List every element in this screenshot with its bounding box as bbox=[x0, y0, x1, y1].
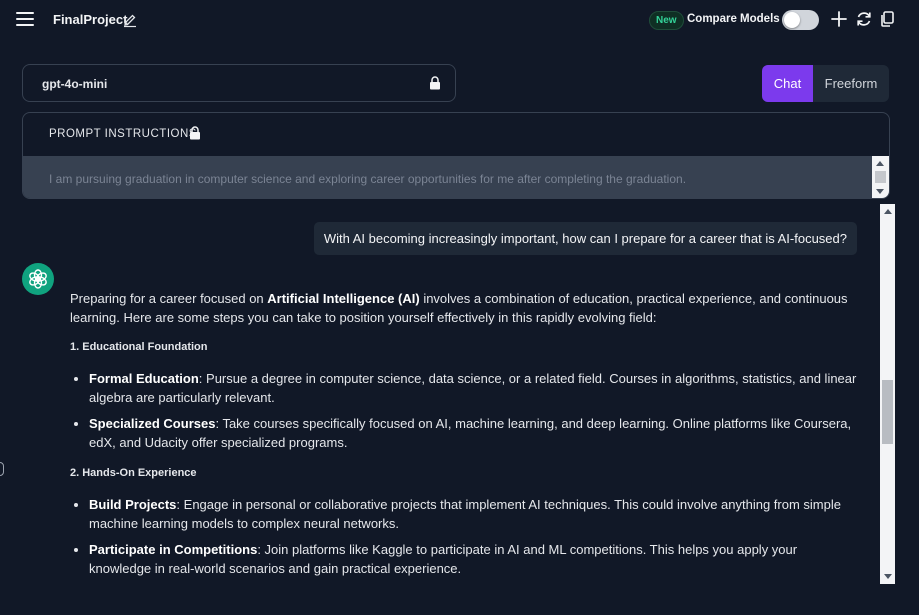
list-item: Formal Education: Pursue a degree in com… bbox=[89, 369, 860, 407]
scrollbar-thumb[interactable] bbox=[882, 380, 893, 444]
list-item: Build Projects: Engage in personal or co… bbox=[89, 495, 860, 533]
prompt-instructions-panel: PROMPT INSTRUCTIONS I am pursuing gradua… bbox=[22, 112, 890, 199]
section-list: Formal Education: Pursue a degree in com… bbox=[89, 369, 860, 452]
chat-mode-button[interactable]: Chat bbox=[762, 65, 813, 102]
copy-icon[interactable] bbox=[878, 10, 896, 28]
scroll-down-arrow-icon[interactable] bbox=[876, 189, 884, 194]
mode-switch: Chat Freeform bbox=[762, 65, 889, 102]
pencil-icon[interactable] bbox=[122, 12, 138, 28]
section-list: Build Projects: Engage in personal or co… bbox=[89, 495, 860, 578]
prompt-instructions-text: I am pursuing graduation in computer sci… bbox=[49, 172, 687, 186]
section-heading: 2. Hands-On Experience bbox=[70, 467, 197, 479]
openai-logo-icon bbox=[22, 263, 54, 295]
section-heading: 1. Educational Foundation bbox=[70, 341, 208, 353]
compare-models-toggle[interactable] bbox=[782, 10, 819, 30]
scrollbar-thumb[interactable] bbox=[875, 171, 886, 183]
list-item: Specialized Courses: Take courses specif… bbox=[89, 414, 860, 452]
top-bar: FinalProject New Compare Models bbox=[0, 0, 919, 40]
model-selector[interactable]: gpt-4o-mini bbox=[22, 64, 456, 102]
sidebar-handle-icon[interactable] bbox=[0, 462, 4, 476]
prompt-instructions-header: PROMPT INSTRUCTIONS bbox=[49, 128, 197, 140]
compare-models-label: Compare Models bbox=[687, 13, 780, 25]
lock-icon bbox=[430, 76, 440, 90]
freeform-mode-button[interactable]: Freeform bbox=[813, 65, 889, 102]
new-badge: New bbox=[649, 11, 684, 30]
user-message: With AI becoming increasingly important,… bbox=[313, 222, 857, 255]
refresh-icon[interactable] bbox=[855, 10, 873, 28]
lock-icon bbox=[190, 126, 200, 140]
model-name: gpt-4o-mini bbox=[42, 77, 108, 91]
prompt-instructions-textarea[interactable]: I am pursuing graduation in computer sci… bbox=[23, 156, 889, 198]
chat-scrollbar[interactable] bbox=[880, 204, 895, 584]
assistant-intro: Preparing for a career focused on Artifi… bbox=[70, 291, 848, 325]
assistant-message: Preparing for a career focused on Artifi… bbox=[70, 289, 860, 584]
scroll-up-arrow-icon[interactable] bbox=[876, 161, 884, 166]
hamburger-menu-icon[interactable] bbox=[16, 12, 34, 26]
prompt-scrollbar[interactable] bbox=[872, 156, 889, 198]
chat-conversation: With AI becoming increasingly important,… bbox=[0, 199, 880, 584]
list-item: Participate in Competitions: Join platfo… bbox=[89, 540, 860, 578]
plus-icon[interactable] bbox=[830, 10, 848, 28]
scroll-down-arrow-icon[interactable] bbox=[884, 574, 892, 579]
project-title: FinalProject bbox=[53, 12, 128, 27]
scroll-up-arrow-icon[interactable] bbox=[884, 209, 892, 214]
toggle-knob bbox=[784, 12, 800, 28]
